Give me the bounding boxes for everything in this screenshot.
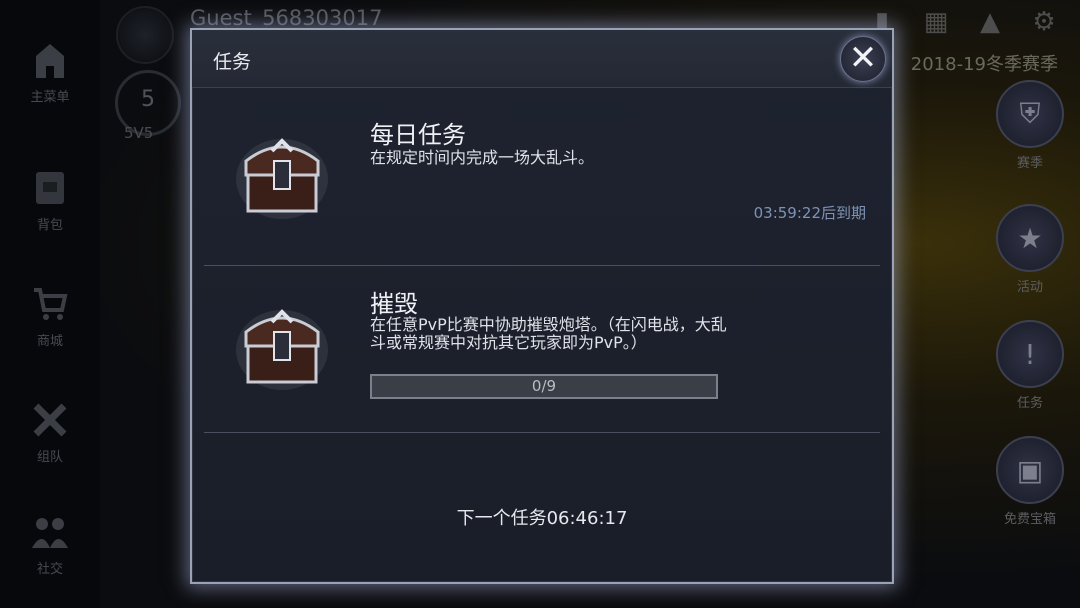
mission-description: 在规定时间内完成一场大乱斗。 <box>370 148 595 167</box>
mission-description: 在任意PvP比赛中协助摧毁炮塔。（在闪电战，大乱斗或常规赛中对抗其它玩家即为Pv… <box>370 315 727 352</box>
mission-item-destroy: 摧毁 在任意PvP比赛中协助摧毁炮塔。（在闪电战，大乱斗或常规赛中对抗其它玩家即… <box>204 266 880 432</box>
mission-title: 每日任务 <box>370 121 466 149</box>
close-button[interactable]: ✕ <box>840 36 886 82</box>
progress-text: 0/9 <box>531 377 557 395</box>
mission-expire-time: 03:59:22后到期 <box>753 204 866 222</box>
dialog-title: 任务 <box>213 51 252 73</box>
mission-progress-bar: 0/9 <box>370 374 718 399</box>
next-mission-timer: 下一个任务06:46:17 <box>456 508 628 529</box>
treasure-chest-icon <box>236 309 328 390</box>
mission-item-daily: 每日任务 在规定时间内完成一场大乱斗。 03:59:22后到期 <box>204 87 880 265</box>
close-icon: ✕ <box>848 38 878 78</box>
missions-dialog: 任务 ✕ 每日任务 在规定时间内完成一场大乱斗。 03:59:22后到期 摧毁 … <box>190 28 894 584</box>
dialog-header: 任务 ✕ <box>192 30 892 88</box>
treasure-chest-icon <box>236 138 328 219</box>
divider <box>204 432 880 433</box>
mission-title: 摧毁 <box>370 290 418 318</box>
